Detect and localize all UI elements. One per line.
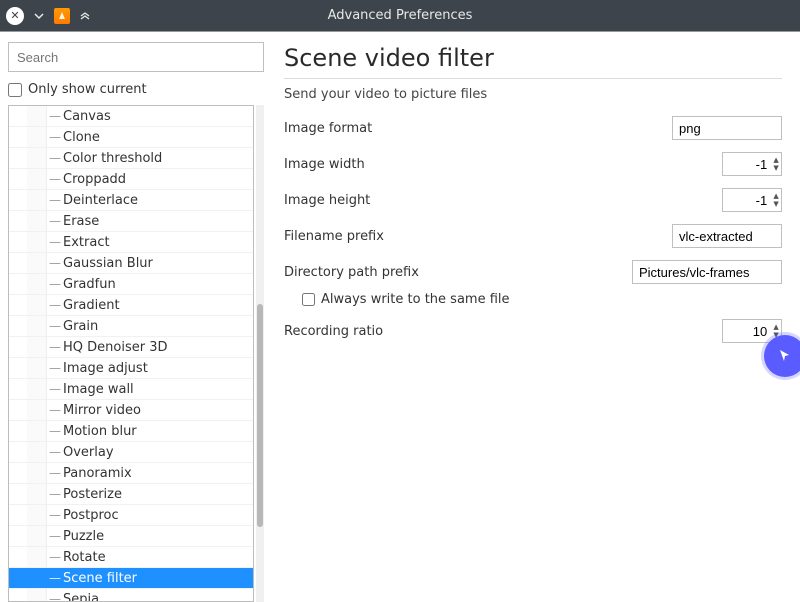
tree-item-label: Image adjust [63, 361, 148, 376]
settings-panel: Scene video filter Send your video to pi… [270, 32, 800, 602]
tree-item-label: Croppadd [63, 172, 126, 187]
image-height-spinner[interactable]: ▲▼ [722, 188, 782, 212]
image-format-label: Image format [284, 121, 372, 136]
spinner-up-icon[interactable]: ▲ [771, 192, 781, 200]
cursor-indicator [764, 335, 800, 377]
spinner-up-icon[interactable]: ▲ [771, 156, 781, 164]
directory-path-prefix-label: Directory path prefix [284, 265, 419, 280]
tree-item-label: Extract [63, 235, 110, 250]
tree-item[interactable]: HQ Denoiser 3D [9, 337, 253, 358]
tree-item[interactable]: Gradient [9, 295, 253, 316]
filename-prefix-label: Filename prefix [284, 229, 384, 244]
spinner-up-icon[interactable]: ▲ [771, 323, 781, 331]
tree-item[interactable]: Scene filter [9, 568, 253, 589]
tree-item[interactable]: Deinterlace [9, 190, 253, 211]
tree-item[interactable]: Grain [9, 316, 253, 337]
tree-item[interactable]: Overlay [9, 442, 253, 463]
image-format-input[interactable] [672, 116, 782, 140]
tree-item-label: Gradient [63, 298, 120, 313]
tree-item-label: Posterize [63, 487, 122, 502]
tree-item[interactable]: Motion blur [9, 421, 253, 442]
scrollbar-thumb[interactable] [257, 304, 263, 528]
tree-item[interactable]: Gradfun [9, 274, 253, 295]
only-show-current-checkbox[interactable] [8, 83, 22, 97]
tree-item-label: Sepia [63, 592, 99, 602]
tree-item-label: Grain [63, 319, 98, 334]
image-height-label: Image height [284, 193, 370, 208]
tree-item[interactable]: Erase [9, 211, 253, 232]
image-height-input[interactable] [723, 189, 771, 211]
tree-item[interactable]: Mirror video [9, 400, 253, 421]
filter-tree[interactable]: Canvas Clone Color threshold Croppadd Deinte… [8, 105, 254, 602]
image-width-spinner[interactable]: ▲▼ [722, 152, 782, 176]
tree-item[interactable]: Canvas [9, 106, 253, 127]
content-area: Only show current Canvas Clone Color thres… [0, 31, 800, 602]
tree-item-label: Panoramix [63, 466, 132, 481]
recording-ratio-label: Recording ratio [284, 324, 383, 339]
tree-item-label: Image wall [63, 382, 134, 397]
tree-item-label: Mirror video [63, 403, 141, 418]
close-icon[interactable]: ✕ [6, 7, 24, 25]
tree-item[interactable]: Panoramix [9, 463, 253, 484]
tree-item-label: Overlay [63, 445, 114, 460]
tree-item-label: Gradfun [63, 277, 116, 292]
tree-item-label: Color threshold [63, 151, 162, 166]
window-title: Advanced Preferences [0, 8, 800, 23]
tree-item-label: Puzzle [63, 529, 104, 544]
scrollbar[interactable] [256, 105, 264, 602]
chevron-up-double-icon[interactable] [76, 7, 94, 25]
tree-item-label: HQ Denoiser 3D [63, 340, 167, 355]
app-icon [54, 8, 70, 24]
spinner-down-icon[interactable]: ▼ [771, 200, 781, 208]
divider [284, 78, 782, 79]
spinner-down-icon[interactable]: ▼ [771, 164, 781, 172]
always-write-checkbox[interactable] [302, 293, 315, 306]
panel-heading: Scene video filter [284, 44, 782, 72]
only-show-current-label: Only show current [28, 82, 147, 97]
image-width-input[interactable] [723, 153, 771, 175]
search-input[interactable] [8, 42, 264, 72]
tree-item[interactable]: Croppadd [9, 169, 253, 190]
tree-item[interactable]: Clone [9, 127, 253, 148]
tree-item-label: Erase [63, 214, 99, 229]
tree-item-label: Scene filter [63, 571, 137, 586]
tree-item[interactable]: Gaussian Blur [9, 253, 253, 274]
tree-item[interactable]: Extract [9, 232, 253, 253]
tree-item-label: Motion blur [63, 424, 137, 439]
tree-item[interactable]: Color threshold [9, 148, 253, 169]
tree-item-label: Rotate [63, 550, 106, 565]
tree-item-label: Canvas [63, 109, 111, 124]
tree-item[interactable]: Image wall [9, 379, 253, 400]
tree-item[interactable]: Sepia [9, 589, 253, 602]
sidebar: Only show current Canvas Clone Color thres… [0, 32, 270, 602]
tree-item-label: Postproc [63, 508, 119, 523]
tree-item[interactable]: Puzzle [9, 526, 253, 547]
panel-subtitle: Send your video to picture files [284, 87, 782, 102]
filename-prefix-input[interactable] [672, 224, 782, 248]
tree-item[interactable]: Rotate [9, 547, 253, 568]
tree-item[interactable]: Postproc [9, 505, 253, 526]
chevron-down-icon[interactable] [30, 7, 48, 25]
titlebar: ✕ Advanced Preferences [0, 0, 800, 31]
tree-item-label: Deinterlace [63, 193, 138, 208]
tree-item[interactable]: Posterize [9, 484, 253, 505]
image-width-label: Image width [284, 157, 365, 172]
recording-ratio-input[interactable] [723, 320, 771, 342]
tree-item-label: Gaussian Blur [63, 256, 153, 271]
directory-path-prefix-input[interactable] [632, 260, 782, 284]
always-write-label: Always write to the same file [321, 292, 510, 307]
tree-item[interactable]: Image adjust [9, 358, 253, 379]
tree-item-label: Clone [63, 130, 100, 145]
